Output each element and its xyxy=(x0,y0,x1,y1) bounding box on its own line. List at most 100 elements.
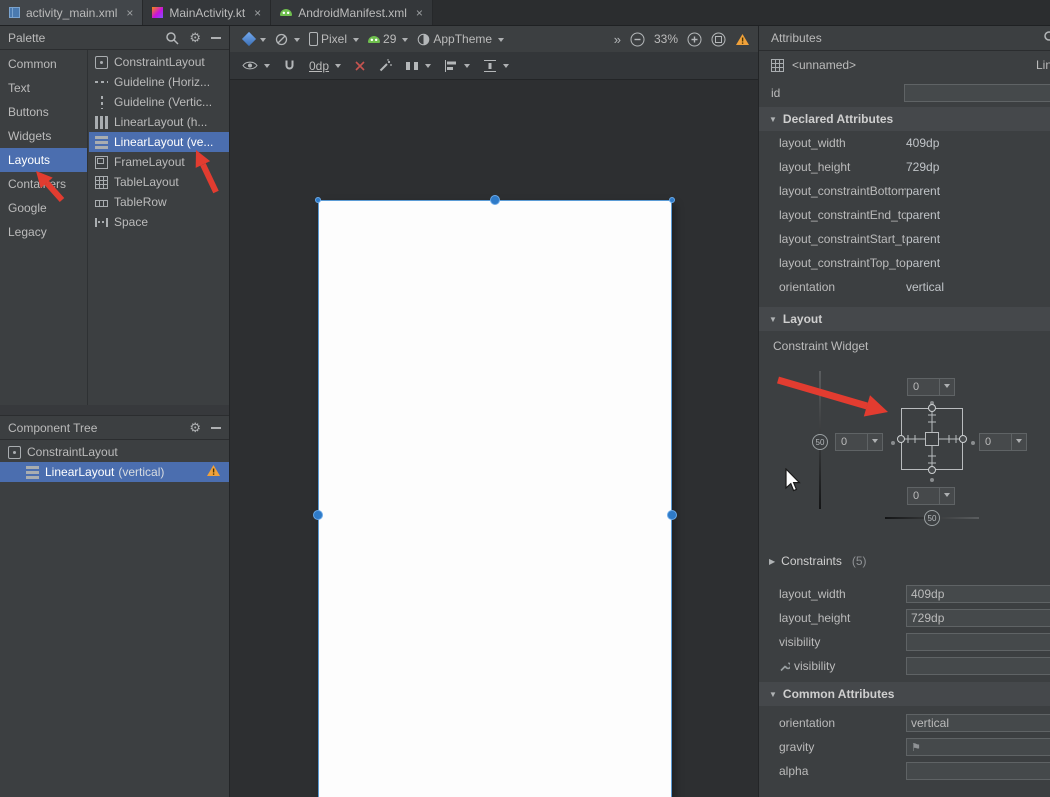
attribute-row[interactable]: layout_constraintEnd_toEndOfparent xyxy=(759,203,1050,227)
flag-icon[interactable]: ⚑ xyxy=(911,741,921,754)
view-options-button[interactable] xyxy=(242,60,270,71)
constraint-widget-square[interactable] xyxy=(896,403,968,475)
margin-top-dropdown[interactable]: 0 xyxy=(907,378,955,396)
palette-item-space[interactable]: Space xyxy=(89,212,229,232)
panel-splitter[interactable] xyxy=(0,405,229,416)
hide-panel-icon[interactable] xyxy=(211,37,221,39)
margin-bottom-dropdown[interactable]: 0 xyxy=(907,487,955,505)
vertical-bias-knob[interactable]: 50 xyxy=(812,434,828,450)
attribute-row[interactable]: layout_constraintBottom_toBottomOfparent xyxy=(759,179,1050,203)
attribute-row[interactable]: layout_height729dp xyxy=(759,155,1050,179)
default-margins-button[interactable]: 0dp xyxy=(309,59,341,73)
theme-selector[interactable]: AppTheme xyxy=(417,32,504,46)
design-toolbar-constraints: 0dp xyxy=(230,52,758,80)
palette-category-common[interactable]: Common xyxy=(0,52,87,76)
palette-item-linearlayout-vertical[interactable]: LinearLayout (ve... xyxy=(89,132,229,152)
visibility-input[interactable] xyxy=(906,633,1050,651)
pack-selector[interactable] xyxy=(405,59,431,73)
margin-left-dropdown[interactable]: 0 xyxy=(835,433,883,451)
tree-item-linearlayout-vertical[interactable]: LinearLayout (vertical) xyxy=(0,462,229,482)
clear-constraints-button[interactable] xyxy=(354,60,366,72)
toolbar-overflow-button[interactable]: » xyxy=(614,32,621,47)
palette-item-guideline-vertical[interactable]: Guideline (Vertic... xyxy=(89,92,229,112)
align-selector[interactable] xyxy=(444,59,470,73)
horizontal-bias-knob[interactable]: 50 xyxy=(924,510,940,526)
warning-icon[interactable] xyxy=(206,464,221,480)
section-common-attributes[interactable]: ▼ Common Attributes xyxy=(759,682,1050,706)
palette-category-layouts[interactable]: Layouts xyxy=(0,148,87,172)
orientation-selector[interactable] xyxy=(275,33,300,46)
palette-category-buttons[interactable]: Buttons xyxy=(0,100,87,124)
tab-activity-main-xml[interactable]: activity_main.xml × xyxy=(0,0,143,25)
render-warnings-icon[interactable] xyxy=(735,33,750,46)
selection-handle-top-left[interactable] xyxy=(315,197,321,203)
palette-category-text[interactable]: Text xyxy=(0,76,87,100)
close-tab-icon[interactable]: × xyxy=(254,7,261,19)
palette-item-framelayout[interactable]: FrameLayout xyxy=(89,152,229,172)
guideline-horizontal-icon xyxy=(95,76,108,89)
attribute-row[interactable]: orientationvertical xyxy=(759,275,1050,299)
section-layout[interactable]: ▼ Layout xyxy=(759,307,1050,331)
android-file-icon xyxy=(280,9,292,16)
design-surface[interactable] xyxy=(230,80,758,797)
margin-right-dropdown[interactable]: 0 xyxy=(979,433,1027,451)
pack-icon xyxy=(405,59,419,73)
zoom-in-button[interactable] xyxy=(687,32,702,47)
attribute-row[interactable]: layout_width409dp xyxy=(759,131,1050,155)
api-level-selector[interactable]: 29 xyxy=(368,32,408,46)
close-tab-icon[interactable]: × xyxy=(126,7,133,19)
palette-item-guideline-horizontal[interactable]: Guideline (Horiz... xyxy=(89,72,229,92)
constraint-anchor-top[interactable] xyxy=(490,195,500,205)
constraint-widget-area: Constraint Widget 50 50 0 0 0 0 xyxy=(759,331,1050,549)
attribute-row[interactable]: layout_constraintTop_toTopOfparent xyxy=(759,251,1050,275)
constraint-anchor-right[interactable] xyxy=(667,510,677,520)
palette-item-linearlayout-horizontal[interactable]: LinearLayout (h... xyxy=(89,112,229,132)
component-tree-title: Component Tree xyxy=(8,421,97,435)
hide-panel-icon[interactable] xyxy=(211,427,221,429)
zoom-level[interactable]: 33% xyxy=(654,32,678,46)
palette-item-constraintlayout[interactable]: ConstraintLayout xyxy=(89,52,229,72)
design-surface-selector[interactable] xyxy=(244,34,266,44)
gear-icon[interactable]: ⚙ xyxy=(189,421,201,434)
tablerow-icon xyxy=(95,200,108,207)
component-class-clipped: LinearLayout xyxy=(1036,58,1050,72)
attribute-field-row: visibility xyxy=(759,630,1050,654)
orientation-input[interactable] xyxy=(906,714,1050,732)
palette-category-containers[interactable]: Containers xyxy=(0,172,87,196)
zoom-out-button[interactable] xyxy=(630,32,645,47)
layout-xml-file-icon xyxy=(9,7,20,18)
tab-androidmanifest-xml[interactable]: AndroidManifest.xml × xyxy=(271,0,433,25)
device-screen-artboard[interactable] xyxy=(318,200,672,797)
constraint-anchor-left[interactable] xyxy=(313,510,323,520)
alpha-input[interactable] xyxy=(906,762,1050,780)
gear-icon[interactable]: ⚙ xyxy=(189,31,201,44)
palette-category-legacy[interactable]: Legacy xyxy=(0,220,87,244)
attribute-row[interactable]: layout_constraintStart_toStartOfparent xyxy=(759,227,1050,251)
constraints-list-toggle[interactable]: ▶ Constraints (5) xyxy=(759,549,1050,573)
tab-mainactivity-kt[interactable]: MainActivity.kt × xyxy=(143,0,271,25)
infer-constraints-button[interactable] xyxy=(379,59,392,72)
device-selector[interactable]: Pixel xyxy=(309,32,359,46)
tools-visibility-input[interactable] xyxy=(906,657,1050,675)
gravity-input[interactable]: ⚑ xyxy=(906,738,1050,756)
layout-width-input[interactable] xyxy=(906,585,1050,603)
tab-label: MainActivity.kt xyxy=(169,6,245,20)
selection-handle-top-right[interactable] xyxy=(669,197,675,203)
autoconnect-toggle[interactable] xyxy=(283,59,296,72)
tab-label: activity_main.xml xyxy=(26,6,117,20)
palette-category-google[interactable]: Google xyxy=(0,196,87,220)
palette-item-tablerow[interactable]: TableRow xyxy=(89,192,229,212)
zoom-to-fit-button[interactable] xyxy=(711,32,726,47)
search-icon[interactable] xyxy=(1043,30,1050,47)
close-tab-icon[interactable]: × xyxy=(416,7,423,19)
section-declared-attributes[interactable]: ▼ Declared Attributes xyxy=(759,107,1050,131)
chevron-down-icon xyxy=(264,64,270,71)
id-input[interactable] xyxy=(904,84,1050,102)
attributes-panel: Attributes <unnamed> LinearLayout id ▼ D… xyxy=(758,26,1050,797)
search-icon[interactable] xyxy=(165,31,179,45)
tree-item-constraintlayout[interactable]: ConstraintLayout xyxy=(0,442,229,462)
layout-height-input[interactable] xyxy=(906,609,1050,627)
guidelines-selector[interactable] xyxy=(483,59,509,73)
palette-item-tablelayout[interactable]: TableLayout xyxy=(89,172,229,192)
palette-category-widgets[interactable]: Widgets xyxy=(0,124,87,148)
